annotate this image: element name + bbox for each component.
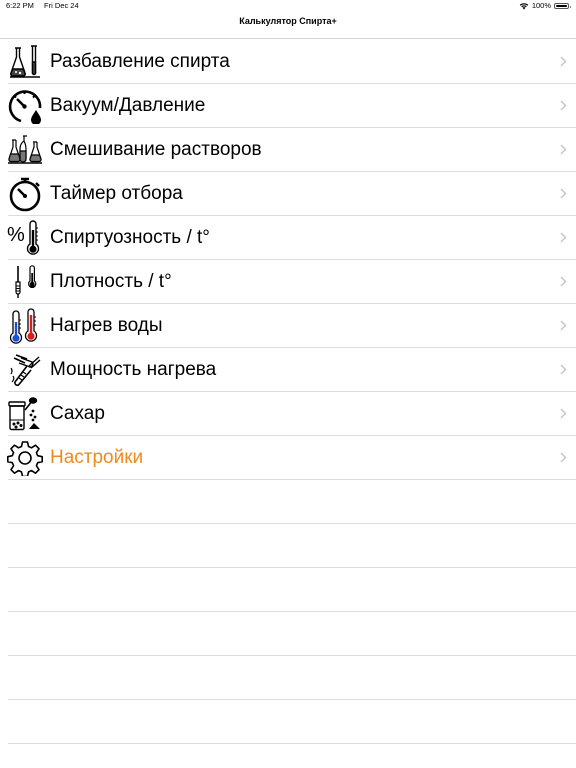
navigation-bar: Калькулятор Спирта+ <box>0 12 576 39</box>
menu-item-label: Нагрев воды <box>50 315 163 336</box>
chevron-right-icon <box>560 276 567 287</box>
hydrometer-icon <box>7 264 43 300</box>
menu-item-timer[interactable]: Таймер отбора <box>0 172 576 216</box>
menu-item-alcohol-strength[interactable]: % Спиртуозность / t° <box>0 216 576 260</box>
battery-icon <box>554 3 571 9</box>
menu-item-label: Вакуум/Давление <box>50 95 206 116</box>
menu-item-label: Мощность нагрева <box>50 359 217 380</box>
mixing-flasks-icon <box>7 132 43 168</box>
status-time: 6:22 PM <box>6 1 34 10</box>
chevron-right-icon <box>560 320 567 331</box>
menu-item-heating-power[interactable]: Мощность нагрева <box>0 348 576 392</box>
chevron-right-icon <box>560 452 567 463</box>
chevron-right-icon <box>560 232 567 243</box>
status-bar: 6:22 PM Fri Dec 24 100% <box>0 0 576 12</box>
svg-text:%: % <box>7 224 25 246</box>
menu-item-label: Сахар <box>50 403 105 424</box>
menu-item-label: Спиртуозность / t° <box>50 227 210 248</box>
empty-row <box>0 612 576 656</box>
empty-row <box>0 568 576 612</box>
menu-item-density[interactable]: Плотность / t° <box>0 260 576 304</box>
status-date: Fri Dec 24 <box>44 1 79 10</box>
menu-item-label: Таймер отбора <box>50 183 183 204</box>
empty-row <box>0 700 576 744</box>
heating-element-icon <box>7 352 43 388</box>
menu-item-label: Смешивание растворов <box>50 139 262 160</box>
menu-item-label: Настройки <box>50 447 144 468</box>
empty-row <box>0 480 576 524</box>
sugar-jar-icon <box>7 396 43 432</box>
battery-percent: 100% <box>531 1 551 10</box>
chevron-right-icon <box>560 408 567 419</box>
empty-row <box>0 656 576 700</box>
flask-icon <box>7 44 43 80</box>
page-title: Калькулятор Спирта+ <box>239 16 337 26</box>
chevron-right-icon <box>560 100 567 111</box>
empty-row <box>0 524 576 568</box>
menu-list: Разбавление спирта Вакуум/Давление Смеши… <box>0 40 576 744</box>
menu-item-sugar[interactable]: Сахар <box>0 392 576 436</box>
chevron-right-icon <box>560 144 567 155</box>
menu-item-settings[interactable]: Настройки <box>0 436 576 480</box>
stopwatch-icon <box>7 176 43 212</box>
chevron-right-icon <box>560 188 567 199</box>
menu-item-label: Разбавление спирта <box>50 51 230 72</box>
chevron-right-icon <box>560 364 567 375</box>
alcohol-thermometer-icon: % <box>7 220 43 256</box>
pressure-gauge-icon <box>7 88 43 124</box>
menu-item-water-heating[interactable]: Нагрев воды <box>0 304 576 348</box>
menu-item-vacuum[interactable]: Вакуум/Давление <box>0 84 576 128</box>
gear-icon <box>7 440 43 476</box>
menu-item-mixing[interactable]: Смешивание растворов <box>0 128 576 172</box>
menu-item-dilution[interactable]: Разбавление спирта <box>0 40 576 84</box>
menu-item-label: Плотность / t° <box>50 271 172 292</box>
wifi-icon <box>519 3 529 10</box>
hot-cold-thermometer-icon <box>7 308 43 344</box>
chevron-right-icon <box>560 56 567 67</box>
